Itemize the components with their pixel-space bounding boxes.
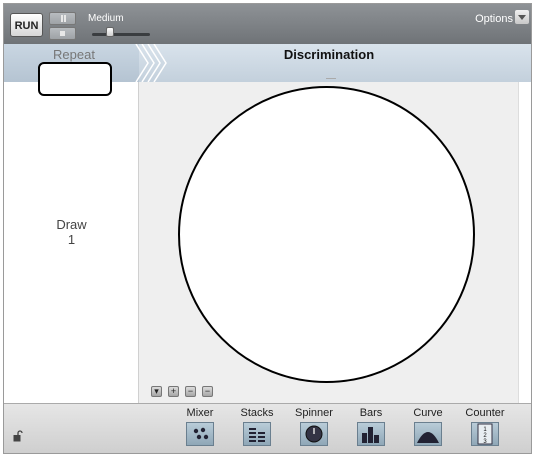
title-underline-mark [326,78,336,79]
spinner-device[interactable] [178,86,475,383]
tool-spinner[interactable]: Spinner [288,407,340,446]
zoom-menu-button[interactable]: ▾ [151,386,162,397]
counter-icon: 123 [471,422,499,446]
speed-slider-thumb[interactable] [106,27,114,37]
tool-label-spinner: Spinner [295,407,333,419]
tool-counter[interactable]: Counter 123 [459,407,511,446]
spinner-icon [300,422,328,446]
bars-icon [357,422,385,446]
tool-stacks[interactable]: Stacks [231,407,283,446]
tool-label-mixer: Mixer [186,407,214,419]
tool-label-stacks: Stacks [240,407,274,419]
options-menu-label[interactable]: Options [475,13,513,25]
unlock-icon[interactable] [13,430,23,442]
canvas-right-margin [518,82,531,403]
draw-column: Draw 1 [4,82,139,403]
pause-button[interactable] [49,12,76,25]
tool-label-curve: Curve [413,407,443,419]
draw-label: Draw [56,217,87,232]
curve-icon [414,422,442,446]
pause-icon [61,15,63,22]
mixer-icon [186,422,214,446]
add-element-button[interactable]: + [168,386,179,397]
repeat-label: Repeat [53,47,95,62]
tool-curve[interactable]: Curve [402,407,454,446]
speed-slider-track[interactable] [92,33,150,36]
stacks-icon [243,422,271,446]
stop-button[interactable] [49,27,76,40]
sampler-title: Discrimination [283,47,375,62]
run-button[interactable]: RUN [10,13,43,37]
repeat-input[interactable] [38,62,112,96]
zoom-out-button[interactable]: − [202,386,213,397]
tinkerplots-window: RUN Medium Options Repeat Discrimination… [3,3,532,454]
tool-bars[interactable]: Bars [345,407,397,446]
tool-label-counter: Counter [465,407,505,419]
stop-icon [60,31,65,36]
tool-label-bars: Bars [359,407,383,419]
tool-mixer[interactable]: Mixer [174,407,226,446]
remove-element-button[interactable]: − [185,386,196,397]
device-toolbar: Mixer Stacks Spinner Bars Curve Counter … [4,403,531,453]
sampler-canvas[interactable]: ▾ + − − [139,82,518,403]
top-toolbar: RUN Medium Options [4,4,531,44]
options-dropdown-icon[interactable] [515,10,529,24]
speed-label: Medium [88,13,124,24]
draw-count: 1 [67,232,76,247]
draw-counter: Draw 1 [4,217,139,247]
